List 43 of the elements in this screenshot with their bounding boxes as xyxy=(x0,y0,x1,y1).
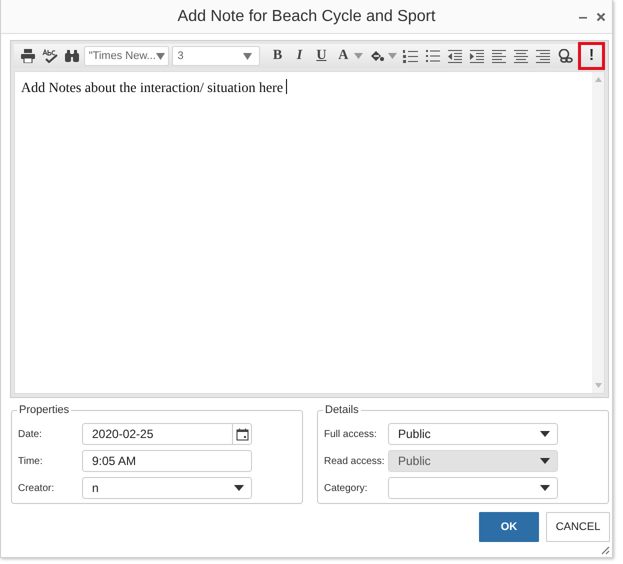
indent-icon[interactable] xyxy=(468,49,485,63)
cancel-button[interactable]: CANCEL xyxy=(546,512,610,542)
resize-grip-icon[interactable] xyxy=(600,545,610,555)
note-text: Add Notes about the interaction/ situation here xyxy=(21,81,284,96)
text-cursor xyxy=(286,79,288,94)
select-field[interactable] xyxy=(388,477,558,499)
group-legend: Details xyxy=(323,404,361,416)
print-icon[interactable] xyxy=(20,49,36,63)
note-editor[interactable]: Add Notes about the interaction/ situation here xyxy=(14,71,605,394)
bullet-list-icon[interactable] xyxy=(425,49,442,63)
outdent-icon[interactable] xyxy=(446,49,463,63)
field-label: Time: xyxy=(18,456,44,466)
paint-bucket-icon[interactable] xyxy=(369,49,386,63)
date-field[interactable]: 2020-02-25 xyxy=(82,423,252,445)
field-label: Read access: xyxy=(324,456,386,466)
field-label: Category: xyxy=(324,482,368,494)
font-color-button[interactable]: A xyxy=(332,45,354,67)
caret-icon[interactable] xyxy=(540,485,550,491)
align-left-icon[interactable] xyxy=(490,49,507,63)
align-right-icon[interactable] xyxy=(534,49,551,63)
bold-button[interactable]: B xyxy=(267,45,288,67)
link-icon[interactable] xyxy=(556,49,573,63)
binoculars-icon[interactable] xyxy=(64,49,80,63)
calendar-icon[interactable] xyxy=(236,428,249,440)
caret-icon[interactable] xyxy=(540,431,550,437)
size-dropdown[interactable]: 3 xyxy=(172,46,260,66)
spellcheck-icon[interactable] xyxy=(42,49,58,63)
field-label: Date: xyxy=(18,428,43,440)
align-center-icon[interactable] xyxy=(512,49,529,63)
group-legend: Properties xyxy=(17,404,72,416)
italic-button[interactable]: I xyxy=(289,45,310,67)
window-title: Add Note for Beach Cycle and Sport xyxy=(178,8,436,26)
select-field[interactable]: n xyxy=(82,477,252,499)
numbered-list-icon[interactable] xyxy=(403,49,420,63)
select-field[interactable]: Public xyxy=(388,423,558,445)
close-icon[interactable] xyxy=(596,12,606,22)
font-dropdown[interactable]: "Times New... xyxy=(84,46,170,66)
field-label: Creator: xyxy=(18,482,56,494)
field-label: Full access: xyxy=(324,428,378,440)
ok-button[interactable]: OK xyxy=(479,512,539,542)
input-field[interactable]: 9:05 AM xyxy=(82,450,252,472)
underline-button[interactable]: U xyxy=(310,45,332,67)
caret-icon[interactable] xyxy=(234,485,244,491)
